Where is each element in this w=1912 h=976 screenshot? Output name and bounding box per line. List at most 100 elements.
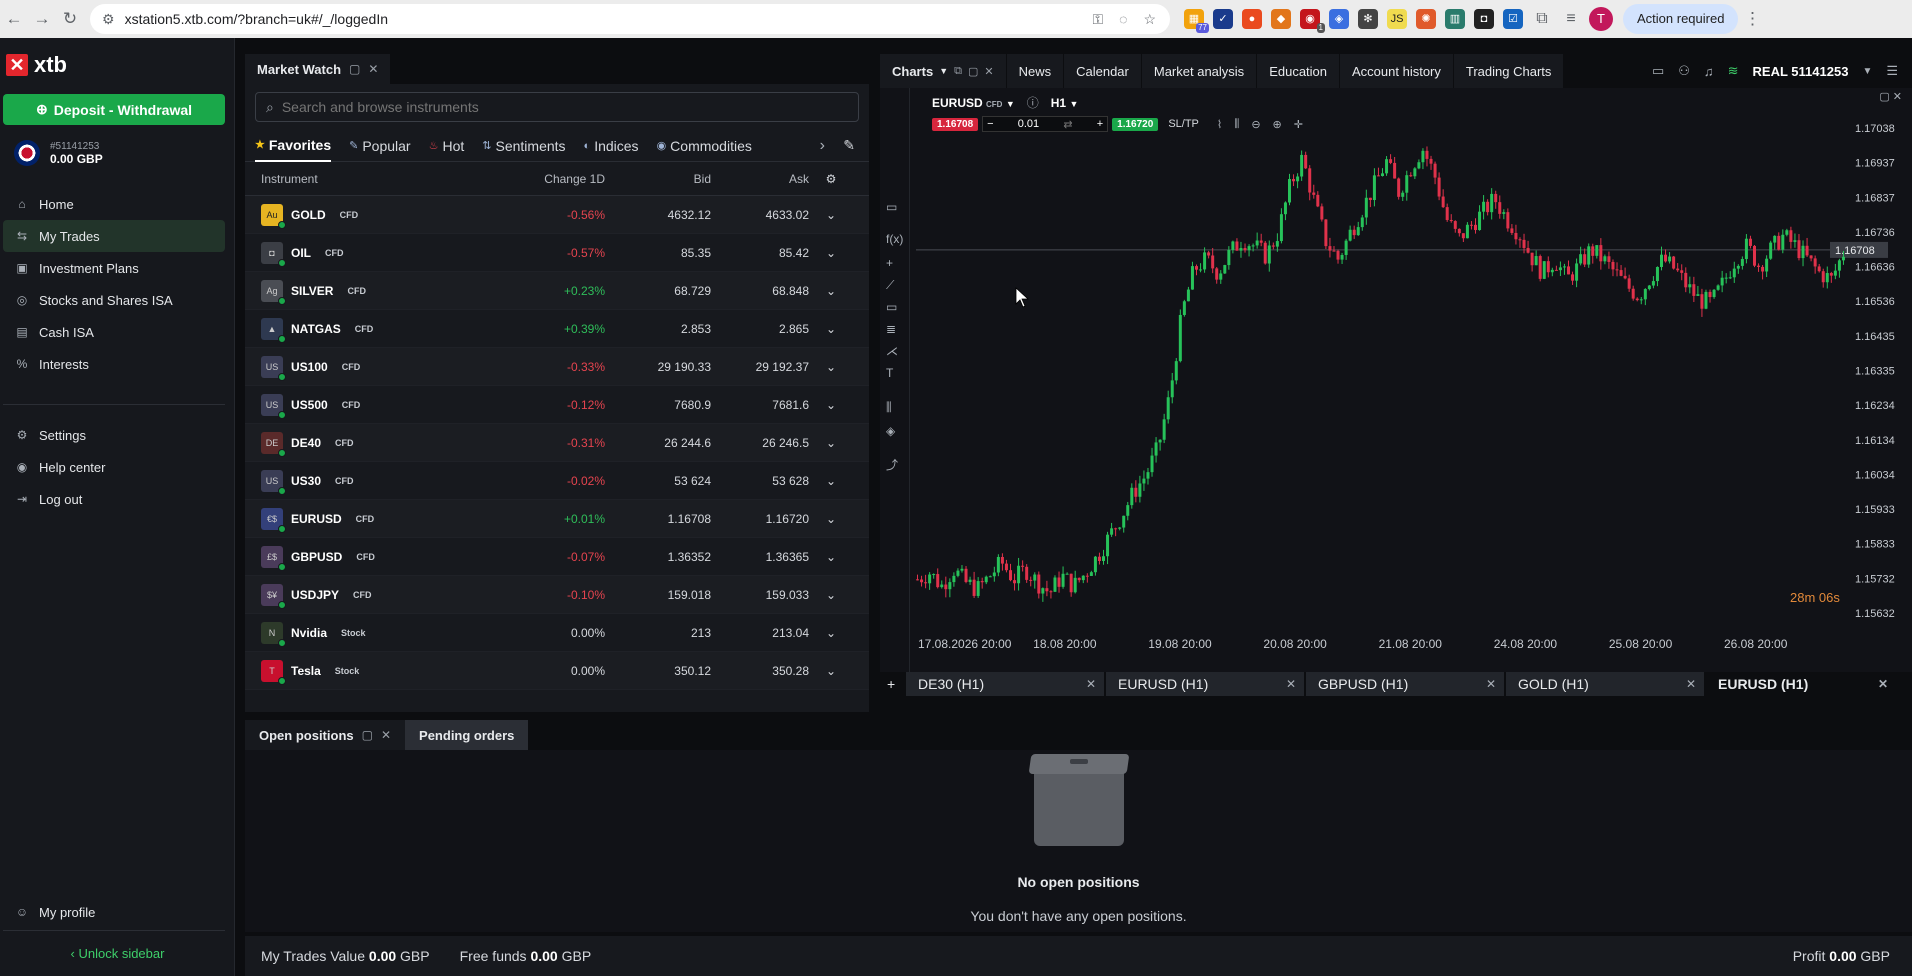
expand-chevron-icon[interactable]: ⌄ xyxy=(809,550,853,564)
nav-education[interactable]: Education xyxy=(1257,54,1340,88)
bid-cell[interactable]: 53 624 xyxy=(605,474,711,488)
account-selector[interactable]: #51141253 0.00 GBP xyxy=(14,140,103,166)
tab-charts[interactable]: Charts ▼ ⧉ ▢ ✕ xyxy=(880,54,1006,88)
checkbox-extension-icon[interactable]: ☑ xyxy=(1503,9,1523,29)
ask-cell[interactable]: 4633.02 xyxy=(711,208,809,222)
bid-cell[interactable]: 350.12 xyxy=(605,664,711,678)
instrument-row-tesla[interactable]: T Tesla Stock 0.00% 350.12 350.28 ⌄ xyxy=(245,652,869,690)
spark-extension-icon[interactable]: ✺ xyxy=(1416,9,1436,29)
close-icon[interactable]: ✕ xyxy=(1893,91,1902,103)
ask-cell[interactable]: 29 192.37 xyxy=(711,360,809,374)
sidebar-item-settings[interactable]: ⚙ Settings xyxy=(3,419,225,451)
eye-off-icon[interactable]: ◌ xyxy=(1119,11,1127,28)
ask-cell[interactable]: 1.16720 xyxy=(711,512,809,526)
bid-cell[interactable]: 213 xyxy=(605,626,711,640)
ask-cell[interactable]: 26 246.5 xyxy=(711,436,809,450)
tab-market-watch[interactable]: Market Watch ▢ ✕ xyxy=(245,54,391,84)
ask-cell[interactable]: 68.848 xyxy=(711,284,809,298)
category-tab-commodities[interactable]: ◉ Commodities xyxy=(657,130,752,162)
sidebar-item-log-out[interactable]: ⇥ Log out xyxy=(3,483,225,515)
expand-chevron-icon[interactable]: ⌄ xyxy=(809,664,853,678)
js-extension-icon[interactable]: JS xyxy=(1387,9,1407,29)
maximize-icon[interactable]: ▢ xyxy=(1879,91,1889,103)
instrument-row-gold[interactable]: Au GOLD CFD -0.56% 4632.12 4633.02 ⌄ xyxy=(245,196,869,234)
fox-extension-icon[interactable]: ◆ xyxy=(1271,9,1291,29)
close-icon[interactable]: ✕ xyxy=(984,65,993,78)
layout-icon[interactable]: ▭ xyxy=(1652,63,1664,79)
expand-chevron-icon[interactable]: ⌄ xyxy=(809,474,853,488)
chevron-right-icon[interactable]: › xyxy=(820,137,825,155)
close-icon[interactable]: ✕ xyxy=(368,62,378,76)
chart-tab[interactable]: EURUSD (H1) ✕ xyxy=(1106,672,1304,696)
tag-extension-icon[interactable]: ◈ xyxy=(1329,9,1349,29)
expand-chevron-icon[interactable]: ⌄ xyxy=(809,436,853,450)
ask-cell[interactable]: 159.033 xyxy=(711,588,809,602)
bid-cell[interactable]: 26 244.6 xyxy=(605,436,711,450)
instrument-row-nvidia[interactable]: N Nvidia Stock 0.00% 213 213.04 ⌄ xyxy=(245,614,869,652)
table-settings-gear-icon[interactable]: ⚙ xyxy=(809,172,853,186)
ask-cell[interactable]: 53 628 xyxy=(711,474,809,488)
dollar-signal-icon[interactable]: ⚇ xyxy=(1678,63,1690,79)
sidebar-item-stocks-and-shares-isa[interactable]: ◎ Stocks and Shares ISA xyxy=(3,284,225,316)
reload-icon[interactable]: ↻ xyxy=(56,9,84,29)
ask-cell[interactable]: 213.04 xyxy=(711,626,809,640)
instrument-row-eurusd[interactable]: €$ EURUSD CFD +0.01% 1.16708 1.16720 ⌄ xyxy=(245,500,869,538)
browser-profile-avatar[interactable]: T xyxy=(1589,7,1613,31)
bid-cell[interactable]: 85.35 xyxy=(605,246,711,260)
bid-cell[interactable]: 2.853 xyxy=(605,322,711,336)
instrument-row-gbpusd[interactable]: £$ GBPUSD CFD -0.07% 1.36352 1.36365 ⌄ xyxy=(245,538,869,576)
instrument-row-us500[interactable]: US US500 CFD -0.12% 7680.9 7681.6 ⌄ xyxy=(245,386,869,424)
close-icon[interactable]: ✕ xyxy=(1486,677,1496,691)
column-bid[interactable]: Bid xyxy=(605,172,711,186)
nav-account-history[interactable]: Account history xyxy=(1340,54,1453,88)
expand-chevron-icon[interactable]: ⌄ xyxy=(809,626,853,640)
hamburger-menu-icon[interactable]: ☰ xyxy=(1886,63,1898,79)
sidebar-item-home[interactable]: ⌂ Home xyxy=(3,188,225,220)
check-extension-icon[interactable]: ✓ xyxy=(1213,9,1233,29)
chart-tab[interactable]: GOLD (H1) ✕ xyxy=(1506,672,1704,696)
account-label[interactable]: REAL 51141253 xyxy=(1753,64,1849,79)
browser-menu-icon[interactable]: ⋮ xyxy=(1738,9,1766,29)
category-tab-sentiments[interactable]: ⇅ Sentiments xyxy=(482,130,565,162)
expand-chevron-icon[interactable]: ⌄ xyxy=(809,246,853,260)
bid-cell[interactable]: 1.36352 xyxy=(605,550,711,564)
maximize-icon[interactable]: ▢ xyxy=(968,65,978,78)
bid-cell[interactable]: 4632.12 xyxy=(605,208,711,222)
caret-down-icon[interactable]: ▼ xyxy=(1862,66,1872,77)
ask-cell[interactable]: 350.28 xyxy=(711,664,809,678)
chart-tab[interactable]: GBPUSD (H1) ✕ xyxy=(1306,672,1504,696)
ask-cell[interactable]: 2.865 xyxy=(711,322,809,336)
search-input[interactable] xyxy=(281,99,822,115)
category-tab-hot[interactable]: ♨ Hot xyxy=(429,130,465,162)
nav-trading-charts[interactable]: Trading Charts xyxy=(1453,54,1564,88)
instrument-row-us100[interactable]: US US100 CFD -0.33% 29 190.33 29 192.37 ⌄ xyxy=(245,348,869,386)
bid-cell[interactable]: 29 190.33 xyxy=(605,360,711,374)
instrument-row-usdjpy[interactable]: $¥ USDJPY CFD -0.10% 159.018 159.033 ⌄ xyxy=(245,576,869,614)
chart-tab[interactable]: EURUSD (H1) ✕ xyxy=(1706,672,1896,696)
back-icon[interactable]: ← xyxy=(0,9,28,29)
add-chart-tab-button[interactable]: + xyxy=(880,672,904,696)
puzzle-icon[interactable]: ⧉ xyxy=(1532,9,1552,29)
sidebar-item-cash-isa[interactable]: ▤ Cash ISA xyxy=(3,316,225,348)
nav-market-analysis[interactable]: Market analysis xyxy=(1141,54,1257,88)
price-chart[interactable]: 1.17038 1.16937 1.16837 1.16736 1.16636 1.165… xyxy=(880,88,1912,672)
expand-chevron-icon[interactable]: ⌄ xyxy=(809,322,853,336)
site-info-icon[interactable]: ⚙ xyxy=(102,11,115,28)
media-icon[interactable]: ≡ xyxy=(1561,9,1581,29)
expand-chevron-icon[interactable]: ⌄ xyxy=(809,208,853,222)
sidebar-item-help-center[interactable]: ◉ Help center xyxy=(3,451,225,483)
ask-cell[interactable]: 85.42 xyxy=(711,246,809,260)
key-icon[interactable]: ⚿ xyxy=(1092,11,1103,28)
nav-calendar[interactable]: Calendar xyxy=(1064,54,1141,88)
action-required-button[interactable]: Action required xyxy=(1623,4,1739,34)
sidebar-item-my-trades[interactable]: ⇆ My Trades xyxy=(3,220,225,252)
popout-icon[interactable]: ⧉ xyxy=(954,65,962,78)
star-icon[interactable]: ☆ xyxy=(1143,11,1156,28)
nav-news[interactable]: News xyxy=(1006,54,1064,88)
category-tab-popular[interactable]: ✎ Popular xyxy=(349,130,410,162)
address-bar[interactable]: ⚙ xstation5.xtb.com/?branch=uk#/_/logged… xyxy=(90,4,1170,34)
search-box[interactable]: ⌕ xyxy=(255,92,859,122)
close-icon[interactable]: ✕ xyxy=(1878,677,1888,691)
sidebar-item-interests[interactable]: % Interests xyxy=(3,348,225,380)
close-icon[interactable]: ✕ xyxy=(1286,677,1296,691)
